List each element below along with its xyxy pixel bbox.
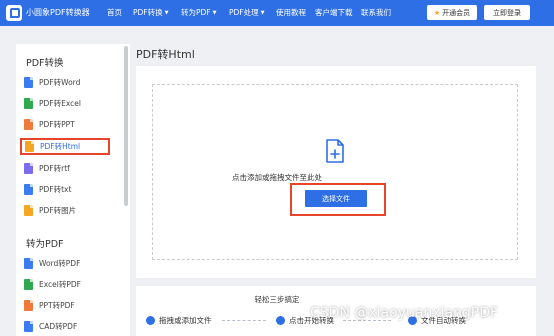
word-file-icon — [24, 77, 33, 88]
drop-hint-text: 点击添加或拖拽文件至此处 — [232, 173, 322, 182]
txt-file-icon — [24, 184, 33, 195]
ppt-file-icon — [24, 119, 33, 130]
sidebar-item-word-to-pdf[interactable]: Word转PDF — [24, 256, 80, 271]
nav-pdf-process[interactable]: PDF处理 ▼ — [229, 7, 264, 18]
sidebar-item-pdf-to-image[interactable]: PDF转图片 — [24, 203, 76, 218]
sidebar-section-title: 转为PDF — [26, 239, 64, 250]
sidebar-item-pdf-to-txt[interactable]: PDF转txt — [24, 182, 71, 197]
nav-to-pdf[interactable]: 转为PDF ▼ — [181, 7, 216, 18]
nav-pdf-convert[interactable]: PDF转换 ▼ — [133, 7, 168, 18]
sidebar-item-pdf-to-excel[interactable]: PDF转Excel — [24, 96, 81, 111]
nav-client-download[interactable]: 客户端下载 — [315, 7, 353, 18]
chevron-down-icon: ▼ — [212, 10, 217, 16]
login-button[interactable]: 立即登录 — [484, 5, 530, 20]
sidebar-item-excel-to-pdf[interactable]: Excel转PDF — [24, 277, 81, 292]
sidebar-item-pdf-to-word[interactable]: PDF转Word — [24, 75, 80, 90]
cad-file-icon — [24, 321, 33, 332]
watermark: CSDN @xiaoyuanxiangPDF — [310, 305, 499, 321]
step-icon — [276, 316, 285, 325]
nav-home[interactable]: 首页 — [107, 7, 122, 18]
chevron-down-icon: ▼ — [164, 10, 169, 16]
chevron-down-icon: ▼ — [260, 10, 265, 16]
step-icon — [146, 316, 155, 325]
nav-contact[interactable]: 联系我们 — [361, 7, 391, 18]
word-file-icon — [24, 258, 33, 269]
nav-tutorial[interactable]: 使用教程 — [276, 7, 306, 18]
step-connector — [222, 320, 266, 321]
excel-file-icon — [24, 98, 33, 109]
step-item: 拖拽或添加文件 — [146, 315, 212, 326]
html-file-icon — [25, 141, 34, 152]
sidebar-item-pdf-to-html[interactable]: PDF转Html — [20, 138, 110, 155]
page-title: PDF转Html — [136, 48, 195, 61]
steps-title: 轻松三步搞定 — [254, 295, 300, 304]
star-icon: ★ — [433, 8, 441, 17]
image-file-icon — [24, 205, 33, 216]
top-navbar: 小圆象PDF转换器 首页 PDF转换 ▼ 转为PDF ▼ PDF处理 ▼ 使用教程 客… — [0, 0, 554, 26]
select-file-button[interactable]: 选择文件 — [305, 190, 367, 207]
sidebar-section-title: PDF转换 — [26, 58, 64, 69]
sidebar-item-cad-to-pdf[interactable]: CAD转PDF — [24, 319, 77, 334]
brand-name[interactable]: 小圆象PDF转换器 — [26, 7, 90, 18]
vip-button[interactable]: ★ 开通会员 — [427, 5, 477, 20]
logo-icon[interactable] — [6, 5, 22, 21]
sidebar-item-pdf-to-ppt[interactable]: PDF转PPT — [24, 117, 75, 132]
excel-file-icon — [24, 279, 33, 290]
add-file-icon[interactable] — [325, 139, 345, 163]
